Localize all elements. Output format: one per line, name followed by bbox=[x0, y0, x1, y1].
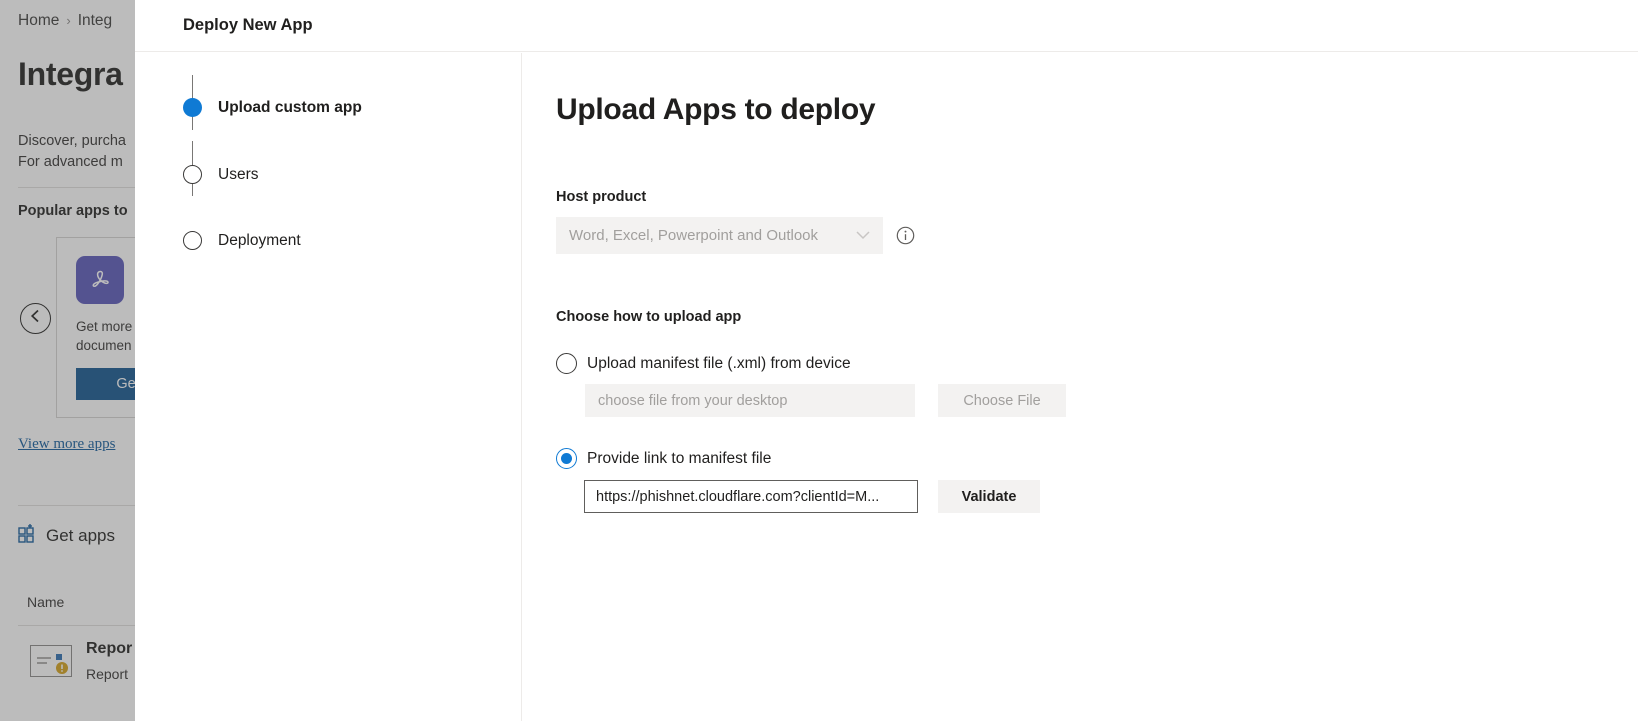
radio-upload-manifest-file-label: Upload manifest file (.xml) from device bbox=[587, 355, 851, 373]
stepper-step-deployment[interactable]: Deployment bbox=[183, 231, 301, 250]
host-product-label: Host product bbox=[556, 189, 646, 205]
step-pending-dot-icon bbox=[183, 165, 202, 184]
radio-upload-manifest-file[interactable] bbox=[556, 353, 577, 374]
file-path-input[interactable]: choose file from your desktop bbox=[585, 384, 915, 417]
dialog-header: Deploy New App bbox=[135, 0, 1638, 52]
stepper-step-upload-custom-app[interactable]: Upload custom app bbox=[183, 98, 362, 117]
file-path-placeholder: choose file from your desktop bbox=[598, 393, 787, 409]
step-active-dot-icon bbox=[183, 98, 202, 117]
stepper-step-label: Deployment bbox=[218, 232, 301, 250]
manifest-link-value: https://phishnet.cloudflare.com?clientId… bbox=[596, 489, 879, 505]
stepper-step-users[interactable]: Users bbox=[183, 165, 258, 184]
validate-button[interactable]: Validate bbox=[938, 480, 1040, 513]
manifest-link-input[interactable]: https://phishnet.cloudflare.com?clientId… bbox=[584, 480, 918, 513]
host-product-value: Word, Excel, Powerpoint and Outlook bbox=[569, 227, 856, 244]
stepper-step-label: Users bbox=[218, 166, 258, 184]
chevron-down-icon bbox=[856, 231, 870, 240]
choose-upload-method-label: Choose how to upload app bbox=[556, 309, 741, 325]
upload-apps-pane: Upload Apps to deploy Host product Word,… bbox=[523, 53, 1638, 721]
step-pending-dot-icon bbox=[183, 231, 202, 250]
deploy-new-app-dialog: Deploy New App Upload custom app Users D… bbox=[135, 0, 1638, 721]
choose-file-button[interactable]: Choose File bbox=[938, 384, 1066, 417]
pane-title: Upload Apps to deploy bbox=[556, 93, 875, 127]
stepper-step-label: Upload custom app bbox=[218, 99, 362, 117]
dialog-title: Deploy New App bbox=[183, 16, 313, 35]
radio-provide-link-to-manifest[interactable] bbox=[556, 448, 577, 469]
wizard-stepper: Upload custom app Users Deployment bbox=[135, 53, 522, 721]
host-product-select[interactable]: Word, Excel, Powerpoint and Outlook bbox=[556, 217, 883, 254]
radio-provide-link-to-manifest-label: Provide link to manifest file bbox=[587, 450, 771, 468]
info-circle-icon[interactable] bbox=[896, 226, 915, 245]
